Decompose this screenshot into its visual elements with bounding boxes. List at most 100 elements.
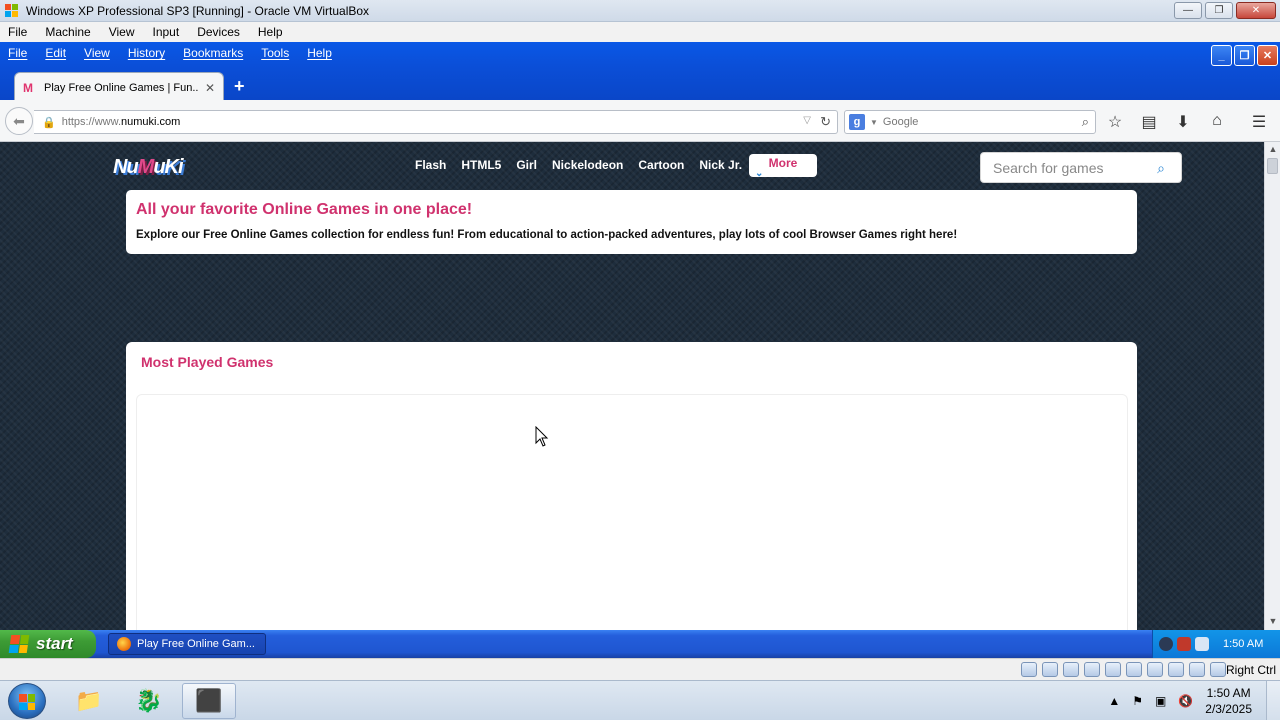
logo-part-2: M [137,155,155,178]
vb-cpu-icon[interactable] [1189,662,1205,677]
tray-network-icon[interactable] [1195,637,1209,651]
back-button[interactable]: ⬅ [5,107,33,135]
vb-display-icon[interactable] [1126,662,1142,677]
numuki-logo[interactable]: Nu MuKi [113,154,184,180]
nav-cartoon[interactable]: Cartoon [638,158,684,172]
show-desktop-button[interactable] [1266,681,1280,720]
tab-title: Play Free Online Games | Fun... [44,81,198,94]
ff-menu-history[interactable]: History [128,46,165,60]
close-button[interactable]: ✕ [1236,2,1276,19]
vb-network-icon[interactable] [1063,662,1079,677]
ff-close-button[interactable]: ✕ [1257,45,1278,66]
xp-taskbar-firefox-task[interactable]: Play Free Online Gam... [108,633,266,655]
firefox-window-frame: File Edit View History Bookmarks Tools H… [0,42,1280,102]
ff-menu-tools[interactable]: Tools [261,46,289,60]
window-title: Windows XP Professional SP3 [Running] - … [26,3,370,18]
virtualbox-pin-icon[interactable]: ⬛ [182,683,236,719]
windows-flag-icon [8,635,30,653]
site-search-placeholder: Search for games [993,159,1104,176]
host-key-label: Right Ctrl [1225,663,1276,677]
explorer-pin-icon[interactable]: 📁 [62,683,116,719]
search-bar[interactable]: g ▼ Google ⌕ [844,110,1096,134]
mouse-pointer-icon [535,426,549,447]
host-network-icon[interactable]: ▣ [1155,694,1166,708]
scroll-down-icon[interactable]: ▼ [1267,616,1279,628]
downloads-icon[interactable]: ⬇ [1174,112,1192,132]
site-nav: Flash HTML5 Girl Nickelodeon Cartoon Nic… [415,158,742,172]
ff-menu-view[interactable]: View [84,46,110,60]
host-date: 2/3/2025 [1205,702,1252,716]
tray-steam-icon[interactable] [1159,637,1173,651]
vb-usb-icon[interactable] [1084,662,1100,677]
menu-help[interactable]: Help [258,25,283,39]
xp-clock[interactable]: 1:50 AM [1223,638,1263,650]
vb-optical-icon[interactable] [1042,662,1058,677]
vb-mouse-integration-icon[interactable] [1210,662,1226,677]
reload-icon[interactable]: ↻ [820,114,831,130]
bookmarks-list-icon[interactable]: ▤ [1140,112,1158,132]
search-engine-dropdown-icon[interactable]: ▼ [870,118,878,127]
restore-button[interactable]: ❐ [1205,2,1233,19]
xp-start-button[interactable]: start [0,630,96,658]
bookmark-star-icon[interactable]: ☆ [1106,112,1124,132]
url-bar[interactable]: 🔒 https://www. numuki.com ▽ ↻ [34,110,838,134]
ff-maximize-button[interactable]: ❐ [1234,45,1255,66]
xp-start-label: start [36,634,73,653]
url-dropdown-icon[interactable]: ▽ [803,115,811,126]
ff-menu-bookmarks[interactable]: Bookmarks [183,46,243,60]
nav-flash[interactable]: Flash [415,158,446,172]
vb-storage-icon[interactable] [1021,662,1037,677]
menu-file[interactable]: File [8,25,27,39]
nav-html5[interactable]: HTML5 [461,158,501,172]
virtualbox-app-icon [5,3,18,17]
action-center-flag-icon[interactable]: ⚑ [1132,694,1143,708]
browser-tab[interactable]: M Play Free Online Games | Fun... ✕ [14,72,224,102]
vb-video-capture-icon[interactable] [1147,662,1163,677]
search-placeholder: Google [882,116,919,128]
vb-shared-folders-icon[interactable] [1105,662,1121,677]
nav-nick-jr[interactable]: Nick Jr. [699,158,742,172]
host-system-tray: ▲ ⚑ ▣ 🔇 1:50 AM 2/3/2025 [1108,681,1280,720]
most-played-games-grid [136,394,1128,630]
host-taskbar: 📁 🐉 ⬛ ▲ ⚑ ▣ 🔇 1:50 AM 2/3/2025 [0,680,1280,720]
ff-menu-help[interactable]: Help [307,46,332,60]
menu-view[interactable]: View [109,25,135,39]
menu-hamburger-icon[interactable]: ☰ [1250,112,1268,132]
tray-shield-icon[interactable] [1177,637,1191,651]
xp-task-label: Play Free Online Gam... [137,638,255,650]
scroll-up-icon[interactable]: ▲ [1267,144,1279,156]
virtualbox-title-bar: Windows XP Professional SP3 [Running] - … [0,0,1280,22]
host-clock[interactable]: 1:50 AM 2/3/2025 [1205,685,1252,717]
new-tab-button[interactable]: + [234,76,245,97]
vb-recording-icon[interactable] [1168,662,1184,677]
menu-devices[interactable]: Devices [197,25,240,39]
logo-part-1: Nu [113,155,139,178]
home-icon[interactable]: ⌂ [1208,112,1226,132]
tray-expand-icon[interactable]: ▲ [1108,694,1120,708]
firefox-menu-bar: File Edit View History Bookmarks Tools H… [0,42,332,64]
search-magnifier-icon[interactable]: ⌕ [1082,114,1089,130]
google-engine-icon[interactable]: g [849,114,865,130]
chevron-down-icon: ⌄ [755,168,764,179]
nav-nickelodeon[interactable]: Nickelodeon [552,158,623,172]
volume-muted-icon[interactable]: 🔇 [1178,694,1193,708]
navigation-toolbar: ⬅ 🔒 https://www. numuki.com ▽ ↻ g ▼ Googl… [0,100,1280,142]
tab-close-icon[interactable]: ✕ [205,81,215,95]
app-dragon-pin-icon[interactable]: 🐉 [122,683,176,719]
ff-menu-file[interactable]: File [8,46,27,60]
nav-girl[interactable]: Girl [516,158,537,172]
site-search-input[interactable]: Search for games ⌕ [980,152,1182,183]
virtualbox-status-bar: Right Ctrl [0,658,1280,680]
scroll-thumb[interactable] [1267,158,1278,174]
page-scrollbar[interactable]: ▲ ▼ [1264,142,1280,630]
menu-machine[interactable]: Machine [45,25,90,39]
host-start-button[interactable] [8,683,46,719]
back-arrow-icon: ⬅ [13,112,25,129]
intro-text: Explore our Free Online Games collection… [136,229,958,241]
minimize-button[interactable]: — [1174,2,1202,19]
ff-menu-edit[interactable]: Edit [45,46,66,60]
site-search-icon[interactable]: ⌕ [1157,160,1165,177]
ff-minimize-button[interactable]: _ [1211,45,1232,66]
xp-taskbar: start Play Free Online Gam... 1:50 AM [0,630,1280,658]
menu-input[interactable]: Input [153,25,180,39]
